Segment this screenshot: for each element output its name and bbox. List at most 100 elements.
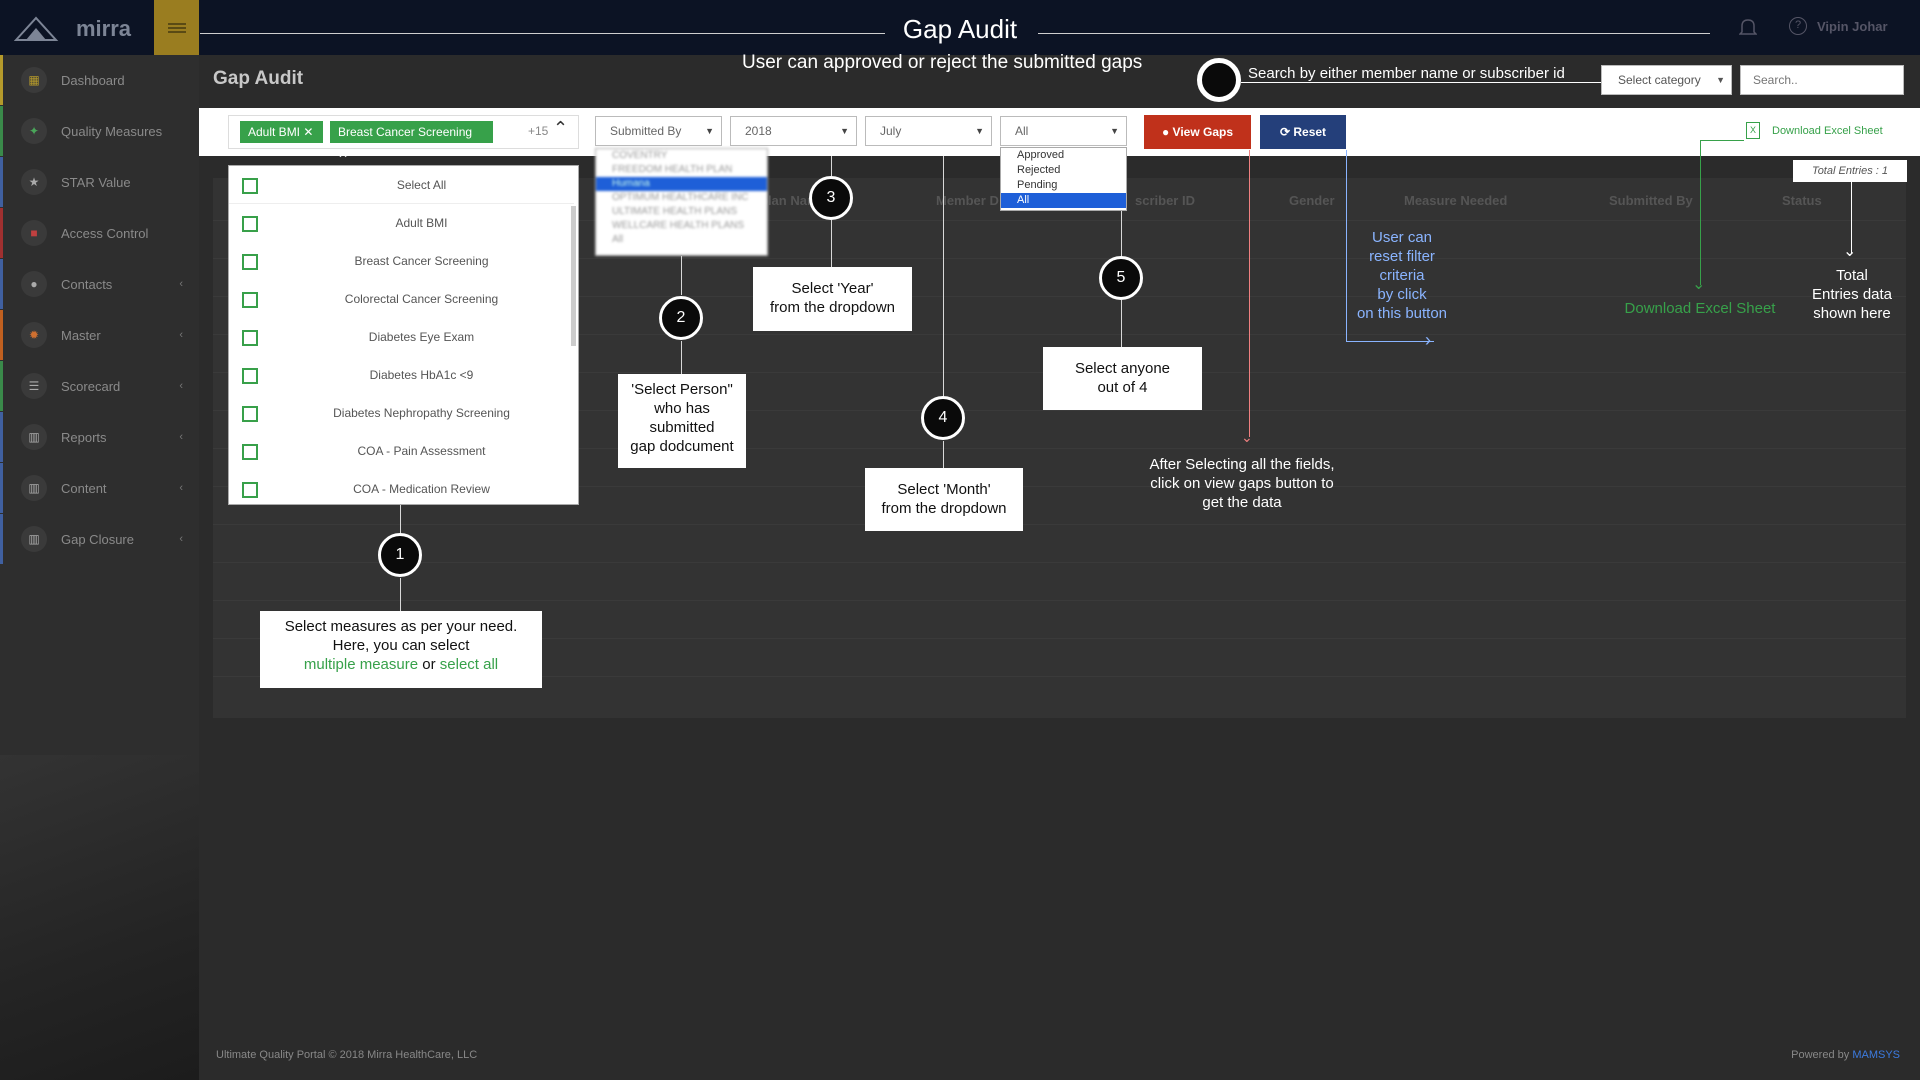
year-select[interactable]: 2018 ▼	[730, 116, 857, 146]
submitted-by-option[interactable]: FREEDOM HEALTH PLAN	[612, 163, 767, 177]
checkbox[interactable]	[242, 216, 258, 232]
total-entries-note: Total Entries data shown here	[1797, 266, 1907, 323]
measure-option[interactable]: Colorectal Cancer Screening	[229, 280, 574, 318]
month-select[interactable]: July ▼	[865, 116, 992, 146]
sidebar-item-reports[interactable]: ▥ Reports ‹	[0, 412, 199, 462]
callout-line: out of 4	[1097, 379, 1148, 396]
user-icon: ●	[1161, 125, 1170, 139]
step-5-marker: 5	[1099, 256, 1143, 300]
measure-option[interactable]: Adult BMI	[229, 204, 574, 242]
sidebar-item-scorecard[interactable]: ☰ Scorecard ‹	[0, 361, 199, 411]
measure-option-label: Diabetes Eye Exam	[368, 330, 475, 344]
status-option[interactable]: Pending	[1001, 178, 1126, 193]
note-line: by click	[1377, 286, 1427, 303]
close-icon[interactable]: ✕	[338, 147, 348, 161]
status-select[interactable]: All ▼	[1000, 116, 1127, 146]
category-select-label: Select category	[1618, 73, 1701, 87]
caret-down-icon: ▼	[840, 126, 849, 136]
checkbox[interactable]	[242, 330, 258, 346]
caret-down-icon: ▼	[705, 126, 714, 136]
measure-option[interactable]: Diabetes Eye Exam	[229, 318, 574, 356]
status-option[interactable]: All	[1001, 193, 1126, 208]
measure-option[interactable]: Select All	[229, 166, 574, 204]
help-icon[interactable]: ?	[1789, 17, 1807, 35]
caret-down-icon: ▼	[975, 126, 984, 136]
arrow-down-icon: ⌄	[1843, 243, 1857, 260]
checkbox[interactable]	[242, 178, 258, 194]
footer: Ultimate Quality Portal © 2018 Mirra Hea…	[199, 1030, 1920, 1080]
year-label: 2018	[745, 124, 772, 138]
chevron-left-icon: ‹	[179, 329, 183, 341]
search-input[interactable]	[1740, 65, 1904, 95]
measure-option-label: Breast Cancer Screening	[354, 254, 489, 268]
category-select[interactable]: Select category ▼	[1601, 65, 1732, 95]
checkbox[interactable]	[242, 292, 258, 308]
reset-button[interactable]: ⟳ Reset	[1260, 115, 1346, 149]
sidebar-item-access-control[interactable]: ■ Access Control	[0, 208, 199, 258]
submitted-by-option[interactable]: ULTIMATE HEALTH PLANS	[612, 205, 767, 219]
measure-option[interactable]: Diabetes Nephropathy Screening	[229, 394, 574, 432]
reset-note: User can reset filter criteria by click …	[1344, 228, 1460, 323]
submitted-by-option[interactable]: OPTIMUM HEALTHCARE INC	[612, 191, 767, 205]
checkbox[interactable]	[242, 368, 258, 384]
search-annotation: Search by either member name or subscrib…	[1248, 65, 1565, 82]
submitted-by-option[interactable]: COVENTRY	[612, 149, 767, 163]
connector-line	[400, 578, 401, 611]
page-title: Gap Audit	[213, 68, 304, 89]
status-option[interactable]: Rejected	[1001, 163, 1126, 178]
submitted-by-select[interactable]: Submitted By ▼	[595, 116, 722, 146]
measure-option[interactable]: Breast Cancer Screening	[229, 242, 574, 280]
measure-option[interactable]: COA - Medication Review	[229, 470, 574, 504]
status-option[interactable]: Approved	[1001, 148, 1126, 163]
sidebar-item-star-value[interactable]: ★ STAR Value	[0, 157, 199, 207]
measure-option[interactable]: Diabetes HbA1c <9	[229, 356, 574, 394]
callout-line: 'Select Person"	[631, 381, 733, 398]
bell-icon[interactable]	[1739, 17, 1757, 37]
checkbox[interactable]	[242, 444, 258, 460]
note-line: Entries data	[1811, 286, 1893, 303]
callout-line: Select measures as per your need.	[284, 618, 518, 635]
connector-line	[400, 505, 401, 534]
reset-label: Reset	[1293, 125, 1327, 139]
view-gaps-button[interactable]: ● View Gaps	[1144, 115, 1251, 149]
measure-tag[interactable]: Adult BMI ✕	[240, 121, 323, 143]
step-1-marker: 1	[378, 533, 422, 577]
sidebar-item-dashboard[interactable]: ▦ Dashboard	[0, 55, 199, 105]
callout-highlight: multiple measure	[303, 656, 419, 673]
title-rule-right	[1038, 33, 1710, 34]
submitted-by-option[interactable]: Humana	[596, 177, 767, 191]
close-icon[interactable]: ✕	[303, 125, 313, 139]
checkbox[interactable]	[242, 482, 258, 498]
measure-option[interactable]: COA - Pain Assessment	[229, 432, 574, 470]
row-divider	[213, 562, 1906, 563]
chevron-left-icon: ‹	[179, 380, 183, 392]
sidebar-item-contacts[interactable]: ● Contacts ‹	[0, 259, 199, 309]
connector-line	[1121, 300, 1122, 347]
submitted-by-option[interactable]: WELLCARE HEALTH PLANS	[612, 219, 767, 233]
measure-tag[interactable]: Breast Cancer Screening ✕	[330, 121, 493, 161]
sidebar-item-content[interactable]: ▥ Content ‹	[0, 463, 199, 513]
submitted-by-option[interactable]: All	[612, 233, 767, 247]
sidebar-item-label: Quality Measures	[61, 123, 163, 139]
excel-icon[interactable]: X	[1746, 122, 1760, 139]
user-name[interactable]: Vipin Johar	[1817, 19, 1888, 34]
checkbox[interactable]	[242, 254, 258, 270]
callout-line: Select 'Year'	[791, 280, 874, 297]
sidebar-item-master[interactable]: ✹ Master ‹	[0, 310, 199, 360]
star-icon: ★	[21, 169, 47, 195]
column-header: Measure Needed	[1404, 193, 1508, 208]
dropdown-scrollbar[interactable]	[571, 206, 576, 346]
step-2-callout: 'Select Person" who has submitted gap do…	[618, 374, 746, 468]
download-excel-link[interactable]: Download Excel Sheet	[1772, 125, 1883, 137]
checkbox[interactable]	[242, 406, 258, 422]
row-divider	[213, 600, 1906, 601]
connector-line-view	[1249, 150, 1250, 437]
measure-option-label: COA - Medication Review	[353, 482, 490, 496]
dashboard-icon: ▦	[21, 67, 47, 93]
gear-icon: ✹	[21, 322, 47, 348]
chevron-up-icon[interactable]: ⌃	[553, 118, 568, 139]
sidebar-item-quality-measures[interactable]: ✦ Quality Measures	[0, 106, 199, 156]
sidebar-item-gap-closure[interactable]: ▥ Gap Closure ‹	[0, 514, 199, 564]
powered-by-brand[interactable]: MAMSYS	[1852, 1049, 1900, 1061]
measure-tag-label: Adult BMI	[248, 125, 301, 139]
